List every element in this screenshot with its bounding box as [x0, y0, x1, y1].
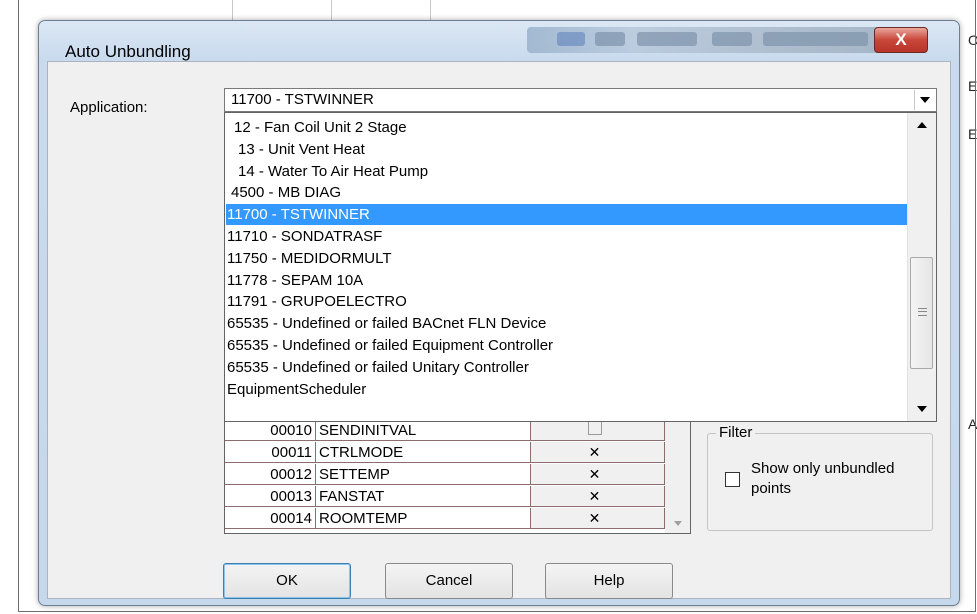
checked-x-icon[interactable]: ✕: [588, 467, 601, 481]
point-name: ROOMTEMP: [316, 508, 531, 529]
unbundle-cell[interactable]: ✕: [531, 486, 665, 507]
point-name: CTRLMODE: [316, 442, 531, 463]
checked-x-icon[interactable]: ✕: [588, 489, 601, 503]
dropdown-toggle-button[interactable]: [914, 90, 935, 110]
point-name: SENDINITVAL: [316, 420, 531, 441]
point-number: 00010: [225, 420, 316, 441]
chevron-up-icon: [917, 122, 927, 128]
dropdown-option[interactable]: 4500 - MB DIAG: [226, 182, 908, 203]
table-row: 00014 ROOMTEMP ✕: [225, 508, 665, 529]
point-number: 00014: [225, 508, 316, 529]
dropdown-option[interactable]: 11778 - SEPAM 10A: [226, 270, 908, 291]
table-row: 00010 SENDINITVAL: [225, 420, 665, 441]
grip-icon: [918, 308, 927, 316]
point-number: 00011: [225, 442, 316, 463]
application-label: Application:: [70, 99, 148, 116]
scroll-down-button[interactable]: [665, 513, 690, 533]
checked-x-icon[interactable]: ✕: [588, 511, 601, 525]
checked-x-icon[interactable]: ✕: [588, 445, 601, 459]
point-name: SETTEMP: [316, 464, 531, 485]
dropdown-option[interactable]: 65535 - Undefined or failed Equipment Co…: [226, 335, 908, 356]
dropdown-option[interactable]: 11700 - TSTWINNER: [226, 204, 908, 226]
dropdown-option[interactable]: 11750 - MEDIDORMULT: [226, 248, 908, 269]
auto-unbundling-dialog: Auto Unbundling X Application: 00010 SEND…: [38, 20, 960, 606]
dropdown-option[interactable]: 65535 - Undefined or failed BACnet FLN D…: [226, 313, 908, 334]
dropdown-scrollbar[interactable]: [907, 113, 936, 421]
application-dropdown-list: 12 - Fan Coil Unit 2 Stage 13 - Unit Vent…: [224, 112, 937, 422]
close-button[interactable]: X: [874, 27, 928, 53]
table-row: 00013 FANSTAT ✕: [225, 486, 665, 507]
show-unbundled-checkbox[interactable]: [725, 472, 740, 487]
point-name: FANSTAT: [316, 486, 531, 507]
filter-group: Filter Show only unbundled points: [707, 424, 933, 531]
application-select-value: 11700 - TSTWINNER: [231, 91, 374, 108]
show-unbundled-label[interactable]: Show only unbundled points: [751, 459, 911, 499]
scroll-down-button[interactable]: [908, 399, 936, 419]
dropdown-option[interactable]: 13 - Unit Vent Heat: [226, 139, 908, 160]
ok-button[interactable]: OK: [223, 563, 351, 599]
dropdown-option[interactable]: 11710 - SONDATRASF: [226, 226, 908, 247]
unbundle-cell[interactable]: ✕: [531, 442, 665, 463]
chevron-down-icon: [917, 406, 927, 412]
cancel-button[interactable]: Cancel: [385, 563, 513, 599]
table-row: 00012 SETTEMP ✕: [225, 464, 665, 485]
scroll-up-button[interactable]: [908, 115, 936, 135]
close-icon: X: [895, 30, 907, 49]
chevron-down-icon: [920, 97, 930, 103]
help-button[interactable]: Help: [545, 563, 673, 599]
unbundle-cell[interactable]: [531, 420, 665, 441]
dropdown-option[interactable]: 65535 - Undefined or failed Unitary Cont…: [226, 357, 908, 378]
dropdown-option[interactable]: EquipmentScheduler: [226, 379, 908, 400]
unbundle-cell[interactable]: ✕: [531, 464, 665, 485]
table-row: 00011 CTRLMODE ✕: [225, 442, 665, 463]
application-select[interactable]: 11700 - TSTWINNER: [224, 88, 937, 112]
blurred-background-title: [527, 27, 882, 53]
point-number: 00013: [225, 486, 316, 507]
point-number: 00012: [225, 464, 316, 485]
unchecked-box-icon[interactable]: [588, 420, 602, 435]
dropdown-option[interactable]: 11791 - GRUPOELECTRO: [226, 291, 908, 312]
unbundle-cell[interactable]: ✕: [531, 508, 665, 529]
scrollbar-thumb[interactable]: [910, 257, 933, 369]
dropdown-option[interactable]: 14 - Water To Air Heat Pump: [226, 161, 908, 182]
filter-legend: Filter: [716, 424, 756, 441]
chevron-down-icon: [673, 520, 682, 526]
dialog-title: Auto Unbundling: [65, 42, 191, 61]
dropdown-option[interactable]: 12 - Fan Coil Unit 2 Stage: [226, 117, 908, 138]
